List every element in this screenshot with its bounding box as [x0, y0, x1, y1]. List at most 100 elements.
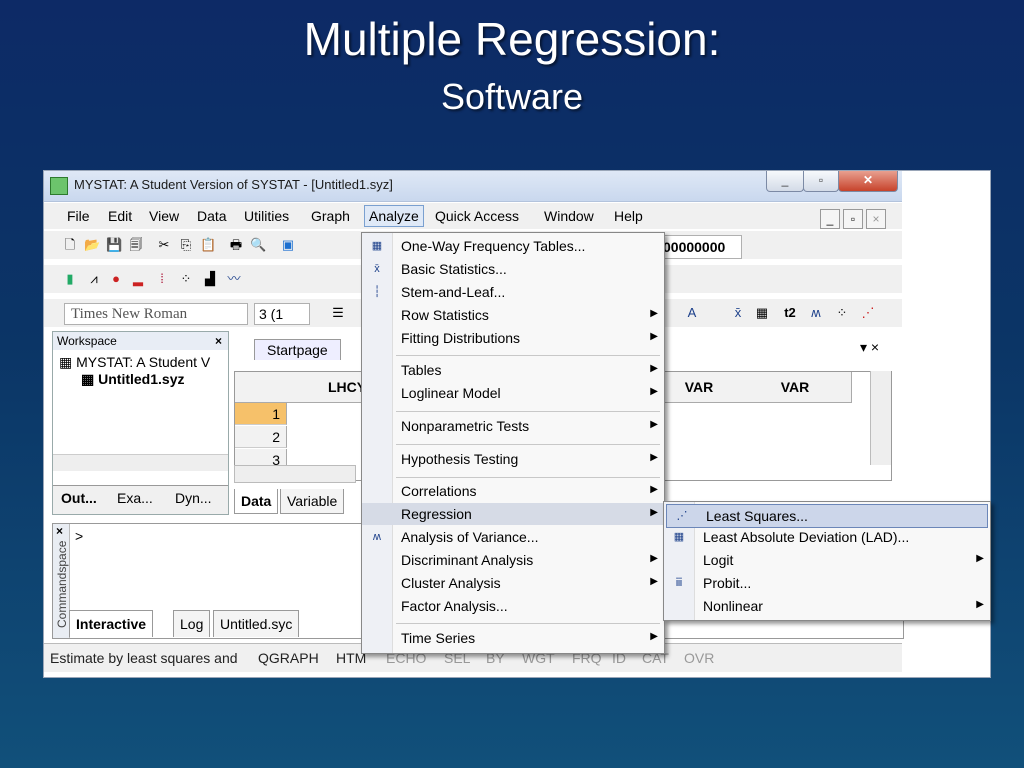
submenu-arrow-icon: ▶: [650, 631, 658, 642]
histogram-icon[interactable]: ▂: [130, 271, 146, 287]
menu-item-label: Basic Statistics...: [401, 261, 507, 277]
paste-icon[interactable]: 📋: [200, 237, 216, 253]
box-plot-icon[interactable]: ⁞: [154, 271, 170, 287]
tab-interactive[interactable]: Interactive: [69, 610, 154, 637]
submenu-item-least-absolute-deviation-lad[interactable]: ▦ Least Absolute Deviation (LAD)...: [664, 526, 990, 548]
print-icon[interactable]: 🖶: [228, 237, 244, 253]
menu-item-label: Row Statistics: [401, 307, 489, 323]
align-icon[interactable]: ☰: [330, 305, 346, 321]
close-button[interactable]: ✕: [838, 171, 898, 192]
menu-item-row-statistics[interactable]: Row Statistics ▶: [362, 304, 664, 326]
doc-minimize-button[interactable]: _: [820, 209, 840, 229]
tab-untitled-syc[interactable]: Untitled.syc: [213, 610, 300, 637]
command-prompt[interactable]: >: [75, 528, 83, 544]
new-icon[interactable]: 🗋: [62, 237, 78, 253]
regression-icon[interactable]: ⋰: [860, 305, 876, 321]
cut-icon[interactable]: ✂: [156, 237, 172, 253]
menu-item-factor-analysis[interactable]: Factor Analysis...: [362, 595, 664, 617]
menu-view[interactable]: View: [149, 208, 179, 224]
menu-item-label: Stem-and-Leaf...: [401, 284, 506, 300]
curve-icon[interactable]: 〰: [226, 271, 242, 287]
tree-item-untitled1[interactable]: ▦ Untitled1.syz: [59, 371, 210, 388]
menu-item-fitting-distributions[interactable]: Fitting Distributions ▶: [362, 327, 664, 349]
tab-log[interactable]: Log: [173, 610, 211, 637]
command-close-icon[interactable]: ×: [53, 524, 69, 538]
menu-item-label: Correlations: [401, 483, 477, 499]
tab-startpage[interactable]: Startpage: [254, 339, 341, 360]
menu-item-tables[interactable]: Tables ▶: [362, 359, 664, 381]
menu-utilities[interactable]: Utilities: [244, 208, 289, 224]
font-select[interactable]: Times New Roman: [64, 303, 248, 325]
font-size-select[interactable]: 3 (1: [254, 303, 310, 325]
restore-button[interactable]: ▫: [803, 171, 839, 192]
workspace-tree: ▦ MYSTAT: A Student V ▦ Untitled1.syz: [59, 354, 210, 388]
menu-quick-access[interactable]: Quick Access: [435, 208, 519, 224]
column-header[interactable]: VAR: [739, 372, 852, 403]
tab-dynamic[interactable]: Dyn...: [169, 490, 218, 506]
bar-chart-icon[interactable]: ▮: [62, 271, 78, 287]
workspace-close-icon[interactable]: ×: [215, 332, 222, 350]
xbar-icon: x̄: [374, 263, 380, 275]
table-icon[interactable]: ▦: [754, 305, 770, 321]
tab-examples[interactable]: Exa...: [111, 490, 159, 506]
xbar-icon[interactable]: x̄: [730, 305, 746, 321]
menu-item-discriminant-analysis[interactable]: Discriminant Analysis ▶: [362, 549, 664, 571]
row-header[interactable]: 1: [235, 403, 287, 425]
open-icon[interactable]: 📂: [84, 237, 100, 253]
save-icon[interactable]: 💾: [106, 237, 122, 253]
pie-chart-icon[interactable]: ●: [108, 271, 124, 287]
pane-pin[interactable]: ▾ ×: [860, 339, 879, 356]
submenu-item-logit[interactable]: Logit ▶: [664, 549, 990, 571]
menu-item-basic-statistics[interactable]: x̄ Basic Statistics...: [362, 258, 664, 280]
menu-item-time-series[interactable]: Time Series ▶: [362, 627, 664, 649]
menu-item-analysis-of-variance[interactable]: ʍ Analysis of Variance...: [362, 526, 664, 548]
window-icon[interactable]: ▣: [280, 237, 296, 253]
line-chart-icon[interactable]: ⩘: [86, 271, 102, 287]
menu-window[interactable]: Window: [544, 208, 594, 224]
copy-icon[interactable]: ⎘: [178, 237, 194, 253]
menu-separator: [396, 355, 660, 356]
menu-item-nonparametric-tests[interactable]: Nonparametric Tests ▶: [362, 415, 664, 437]
menu-file[interactable]: File: [67, 208, 90, 224]
menu-data[interactable]: Data: [197, 208, 227, 224]
menu-item-regression[interactable]: Regression ▶: [362, 503, 664, 525]
number-field[interactable]: 00000000: [662, 235, 742, 259]
save-all-icon[interactable]: 🗐: [128, 237, 144, 253]
tab-variable[interactable]: Variable: [280, 489, 345, 514]
menu-item-label: Discriminant Analysis: [401, 552, 534, 568]
menu-item-loglinear-model[interactable]: Loglinear Model ▶: [362, 382, 664, 404]
tab-data[interactable]: Data: [234, 489, 279, 514]
menu-help[interactable]: Help: [614, 208, 643, 224]
scatter-icon[interactable]: ⁘: [834, 305, 850, 321]
menu-edit[interactable]: Edit: [108, 208, 132, 224]
menu-item-label: Factor Analysis...: [401, 598, 508, 614]
t2-icon[interactable]: t2: [782, 305, 798, 321]
minimize-button[interactable]: _: [766, 171, 804, 192]
menu-item-cluster-analysis[interactable]: Cluster Analysis ▶: [362, 572, 664, 594]
scatter-plot-icon[interactable]: ⁘: [178, 271, 194, 287]
menu-item-stem-and-leaf[interactable]: ┆ Stem-and-Leaf...: [362, 281, 664, 303]
grid-hscroll[interactable]: [234, 465, 356, 483]
menu-graph[interactable]: Graph: [311, 208, 350, 224]
doc-restore-button[interactable]: ▫: [843, 209, 863, 229]
submenu-item-probit[interactable]: ⅲ Probit...: [664, 572, 990, 594]
table-icon: ▦: [673, 531, 685, 543]
font-color-icon[interactable]: A: [684, 305, 700, 321]
menu-item-correlations[interactable]: Correlations ▶: [362, 480, 664, 502]
doc-close-button[interactable]: ×: [866, 209, 886, 229]
submenu-item-nonlinear[interactable]: Nonlinear ▶: [664, 595, 990, 617]
menu-analyze[interactable]: Analyze: [364, 205, 424, 227]
column-header[interactable]: VAR: [659, 372, 740, 403]
menu-item-one-way-frequency-tables[interactable]: ▦ One-Way Frequency Tables...: [362, 235, 664, 257]
row-header[interactable]: 2: [235, 426, 287, 448]
grid-vscroll[interactable]: [870, 371, 891, 465]
tab-output[interactable]: Out...: [55, 490, 103, 506]
tree-root[interactable]: ▦ MYSTAT: A Student V: [59, 354, 210, 371]
app-icon: [50, 177, 68, 195]
anova-icon[interactable]: ʍ: [808, 305, 824, 321]
menu-item-hypothesis-testing[interactable]: Hypothesis Testing ▶: [362, 448, 664, 470]
print-preview-icon[interactable]: 🔍: [250, 237, 266, 253]
workspace-hscroll[interactable]: [53, 454, 228, 471]
step-chart-icon[interactable]: ▟: [202, 271, 218, 287]
submenu-item-least-squares[interactable]: ⋰ Least Squares...: [666, 504, 988, 528]
